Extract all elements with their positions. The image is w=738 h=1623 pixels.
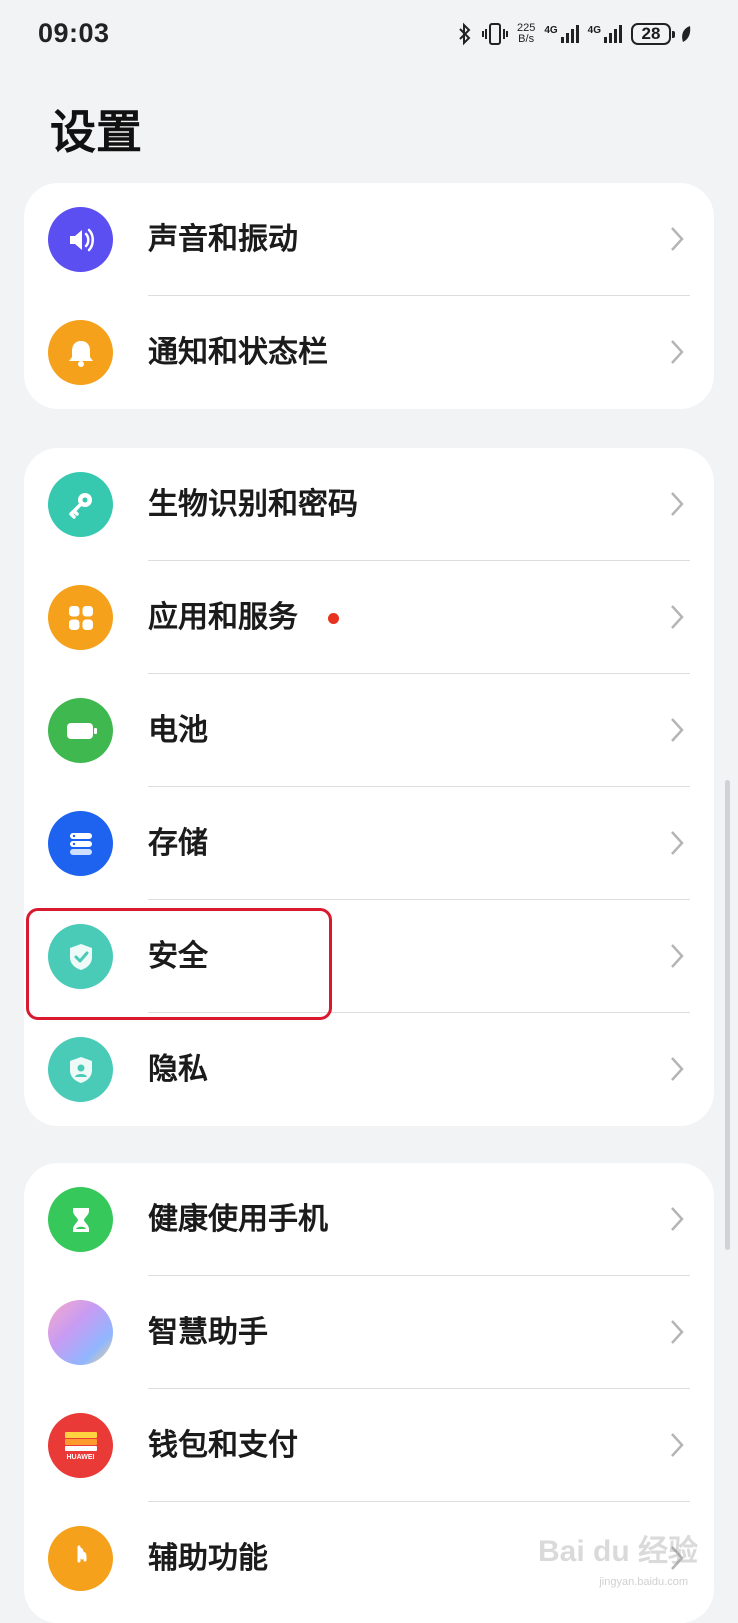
- settings-item-label: 智慧助手: [148, 1315, 268, 1350]
- settings-item-wallet[interactable]: HUAWEI 钱包和支付: [24, 1389, 714, 1502]
- chevron-right-icon: [671, 944, 684, 968]
- settings-item-biometrics[interactable]: 生物识别和密码: [24, 448, 714, 561]
- chevron-right-icon: [671, 227, 684, 251]
- scrollbar[interactable]: [725, 780, 730, 1250]
- leaf-icon: [682, 26, 691, 42]
- hourglass-icon: [48, 1187, 113, 1252]
- chevron-right-icon: [671, 718, 684, 742]
- key-icon: [48, 472, 113, 537]
- sound-icon: [48, 207, 113, 272]
- settings-item-apps[interactable]: 应用和服务: [24, 561, 714, 674]
- settings-item-battery[interactable]: 电池: [24, 674, 714, 787]
- settings-item-label: 辅助功能: [148, 1541, 268, 1576]
- bluetooth-icon: [459, 22, 471, 46]
- watermark: Bai du 经验: [537, 1535, 698, 1568]
- chevron-right-icon: [671, 1057, 684, 1081]
- vibrate-icon: [481, 23, 508, 45]
- settings-item-label: 存储: [148, 826, 208, 861]
- signal-1: 4G: [544, 25, 579, 43]
- settings-item-sound[interactable]: 声音和振动: [24, 183, 714, 296]
- wallet-icon: HUAWEI: [48, 1413, 113, 1478]
- watermark-sub: jingyan.baidu.com: [599, 1576, 688, 1588]
- privacy-icon: [48, 1037, 113, 1102]
- network-type-1: 4G: [544, 25, 558, 36]
- settings-group-2: 生物识别和密码 应用和服务 电池 存储 安全 隐私: [24, 448, 714, 1126]
- settings-item-privacy[interactable]: 隐私: [24, 1013, 714, 1126]
- settings-item-label: 电池: [148, 713, 208, 748]
- settings-item-storage[interactable]: 存储: [24, 787, 714, 900]
- chevron-right-icon: [671, 492, 684, 516]
- chevron-right-icon: [671, 831, 684, 855]
- settings-item-label: 生物识别和密码: [148, 487, 358, 522]
- status-time: 09:03: [38, 18, 110, 48]
- assistant-icon: [48, 1300, 113, 1365]
- wallet-icon-text: HUAWEI: [66, 1454, 95, 1461]
- settings-group-1: 声音和振动 通知和状态栏: [24, 183, 714, 409]
- status-bar: 09:03 225 B/s 4G 4G 28: [0, 0, 738, 72]
- apps-icon: [48, 585, 113, 650]
- settings-item-label: 应用和服务: [148, 600, 298, 635]
- chevron-right-icon: [671, 340, 684, 364]
- settings-item-digital-balance[interactable]: 健康使用手机: [24, 1163, 714, 1276]
- chevron-right-icon: [671, 605, 684, 629]
- storage-icon: [48, 811, 113, 876]
- bell-icon: [48, 320, 113, 385]
- battery-indicator: 28: [631, 23, 675, 45]
- settings-item-assistant[interactable]: 智慧助手: [24, 1276, 714, 1389]
- settings-item-label: 声音和振动: [148, 222, 298, 257]
- highlight-box: [26, 908, 332, 1020]
- settings-item-label: 健康使用手机: [148, 1202, 328, 1237]
- new-badge-dot: [328, 613, 339, 624]
- settings-item-notifications[interactable]: 通知和状态栏: [24, 296, 714, 409]
- chevron-right-icon: [671, 1433, 684, 1457]
- settings-item-label: 隐私: [148, 1052, 208, 1087]
- accessibility-icon: [48, 1526, 113, 1591]
- network-type-2: 4G: [587, 25, 601, 36]
- chevron-right-icon: [671, 1207, 684, 1231]
- signal-2: 4G: [588, 25, 622, 43]
- net-speed: 225 B/s: [517, 23, 535, 45]
- net-speed-unit: B/s: [518, 33, 535, 45]
- chevron-right-icon: [671, 1320, 684, 1344]
- status-icons: 225 B/s 4G 4G 28: [457, 18, 692, 50]
- settings-item-label: 通知和状态栏: [148, 335, 328, 370]
- battery-icon: [48, 698, 113, 763]
- settings-item-label: 钱包和支付: [148, 1428, 298, 1463]
- page-title: 设置: [50, 105, 142, 159]
